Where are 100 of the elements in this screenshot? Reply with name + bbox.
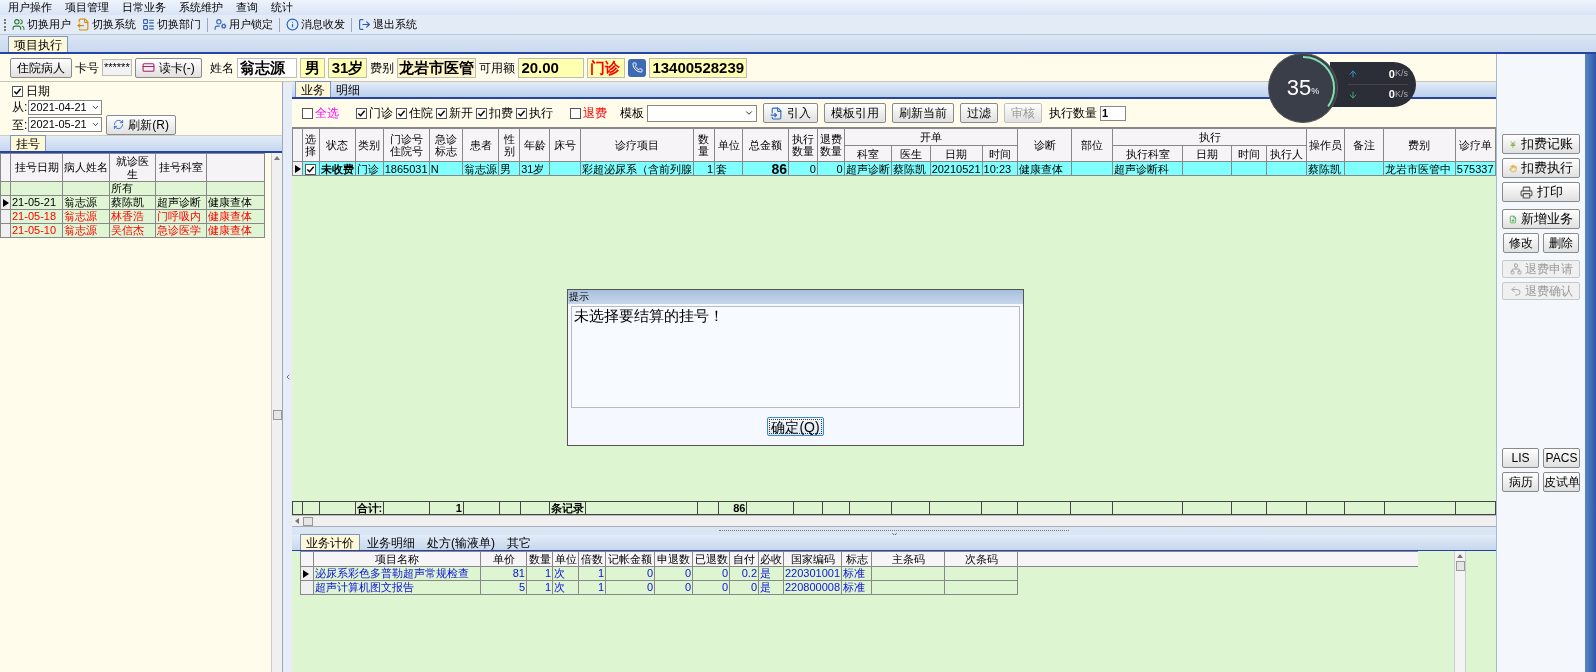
scroll-thumb[interactable] — [272, 410, 282, 420]
column-header: 开单 — [844, 128, 1018, 146]
phone-icon — [631, 62, 643, 73]
list-window-icon — [142, 18, 155, 31]
template-select[interactable] — [647, 104, 757, 122]
upload-icon — [1348, 69, 1358, 79]
table-cell: 0 — [729, 580, 759, 595]
record-button[interactable]: PACS — [1543, 448, 1580, 468]
toolbar-button[interactable]: 过滤 — [960, 103, 998, 123]
checkbox[interactable] — [476, 107, 487, 119]
scrollbar[interactable] — [1454, 551, 1466, 672]
table-cell: 龙岩市医管中 — [1383, 161, 1456, 176]
menu-item[interactable]: 日常业务 — [122, 1, 166, 14]
toolbar-button[interactable]: 切换用户 — [12, 16, 71, 33]
row-indicator[interactable] — [292, 161, 303, 176]
checkbox[interactable] — [356, 107, 367, 119]
column-header: 单位 — [552, 551, 579, 567]
column-header: 备注 — [1344, 128, 1384, 162]
edit-button[interactable]: 删除 — [1543, 233, 1579, 253]
detail-tab[interactable]: 处方(输液单) — [422, 535, 500, 550]
checkbox[interactable] — [302, 107, 313, 119]
table-cell: 翁志源 — [62, 223, 110, 238]
to-label: 至: — [12, 116, 28, 134]
read-card-button[interactable]: 读卡(-) — [134, 57, 202, 78]
table-cell: 林香浩 — [109, 209, 156, 224]
toolbar-button[interactable]: 切换系统 — [77, 16, 136, 33]
fee-type-label: 费别 — [370, 59, 395, 77]
checkbox[interactable] — [570, 107, 581, 119]
column-header: 诊疗项目 — [580, 128, 694, 162]
menu-item[interactable]: 用户操作 — [8, 1, 52, 14]
action-button[interactable]: 扣费记账 — [1502, 134, 1580, 154]
table-cell: 吴信杰 — [109, 223, 156, 238]
table-cell: 31岁 — [519, 161, 550, 176]
from-date-picker[interactable]: 2021-04-21 — [28, 99, 103, 115]
from-label: 从: — [12, 99, 28, 116]
document-arrow-icon — [77, 18, 90, 31]
phone-field: 13400528239 — [649, 57, 748, 78]
checkbox[interactable] — [516, 107, 527, 119]
detail-tab[interactable]: 业务计价 — [300, 534, 360, 550]
to-date-picker[interactable]: 2021-05-21 — [28, 117, 103, 132]
table-cell: 1865031 — [383, 161, 430, 176]
scroll-up-icon[interactable] — [1457, 554, 1463, 558]
scroll-thumb[interactable] — [1455, 561, 1465, 571]
toolbar-button[interactable]: 引入 — [763, 103, 818, 123]
filter-label: 新开 — [449, 105, 473, 122]
column-header: 急诊标志 — [429, 128, 463, 162]
action-button[interactable]: 扣费执行 — [1502, 158, 1580, 178]
toolbar-button[interactable]: 用户锁定 — [214, 16, 273, 33]
toolbar-button[interactable]: 退出系统 — [358, 16, 417, 33]
scroll-thumb[interactable] — [303, 516, 313, 526]
action-button[interactable]: 新增业务 — [1502, 209, 1580, 229]
view-tab[interactable]: 业务 — [295, 81, 331, 97]
horizontal-scrollbar[interactable] — [292, 515, 1496, 526]
column-header: 数量 — [693, 128, 715, 162]
menu-item[interactable]: 项目管理 — [65, 1, 109, 14]
checkbox[interactable] — [436, 107, 447, 119]
menu-item[interactable]: 系统维护 — [179, 1, 223, 14]
list-tab[interactable]: 挂号 — [10, 135, 46, 151]
action-button[interactable]: 打印 — [1502, 182, 1580, 202]
table-cell: 次 — [552, 566, 579, 581]
toolbar-button[interactable]: 切换部门 — [142, 16, 201, 33]
card-number-field[interactable]: ****** — [102, 59, 132, 76]
detail-tab[interactable]: 其它 — [502, 535, 536, 550]
detail-tab[interactable]: 业务明细 — [362, 535, 420, 550]
scroll-left-icon[interactable] — [295, 518, 299, 524]
exec-count-field[interactable]: 1 — [1100, 105, 1126, 121]
table-cell: 0 — [692, 566, 730, 581]
row-indicator[interactable] — [0, 195, 11, 210]
toolbar-button[interactable]: 刷新当前 — [892, 103, 954, 123]
table-cell: 0 — [788, 161, 818, 176]
record-button[interactable]: 病历 — [1502, 472, 1539, 492]
toolbar-button[interactable]: 消息收发 — [286, 16, 345, 33]
filter-label: 住院 — [409, 105, 433, 122]
checkbox[interactable] — [305, 163, 317, 175]
refresh-button[interactable]: 刷新(R) — [106, 114, 176, 135]
usage-percent: 35 — [1286, 76, 1312, 100]
checkbox[interactable] — [12, 85, 23, 97]
toolbar-button[interactable]: 模板引用 — [824, 103, 886, 123]
table-cell: 未收费 — [319, 161, 356, 176]
table-cell: 10:23 — [982, 161, 1018, 176]
patient-type-button[interactable]: 住院病人 — [10, 57, 72, 78]
document-tab[interactable]: 项目执行 — [8, 36, 68, 52]
name-label: 姓名 — [209, 59, 234, 77]
filter-cell[interactable]: 所有 — [109, 181, 156, 196]
edit-button[interactable]: 修改 — [1503, 233, 1539, 253]
info-icon — [286, 18, 299, 31]
column-header: 患者 — [462, 128, 499, 162]
view-tab[interactable]: 明细 — [331, 82, 365, 97]
menu-item[interactable]: 统计 — [271, 1, 293, 14]
scroll-up-icon[interactable] — [274, 156, 280, 160]
column-header: 单位 — [714, 128, 743, 162]
menu-item[interactable]: 查询 — [236, 1, 258, 14]
phone-button[interactable] — [628, 58, 647, 77]
checkbox[interactable] — [396, 107, 407, 119]
table-cell: 健康查体 — [206, 209, 265, 224]
table-cell: 575337 — [1455, 161, 1496, 176]
column-header: 执行科室 — [1112, 145, 1183, 162]
record-button[interactable]: LIS — [1502, 448, 1539, 468]
scrollbar[interactable] — [271, 153, 282, 672]
record-button[interactable]: 皮试单 — [1543, 472, 1580, 492]
